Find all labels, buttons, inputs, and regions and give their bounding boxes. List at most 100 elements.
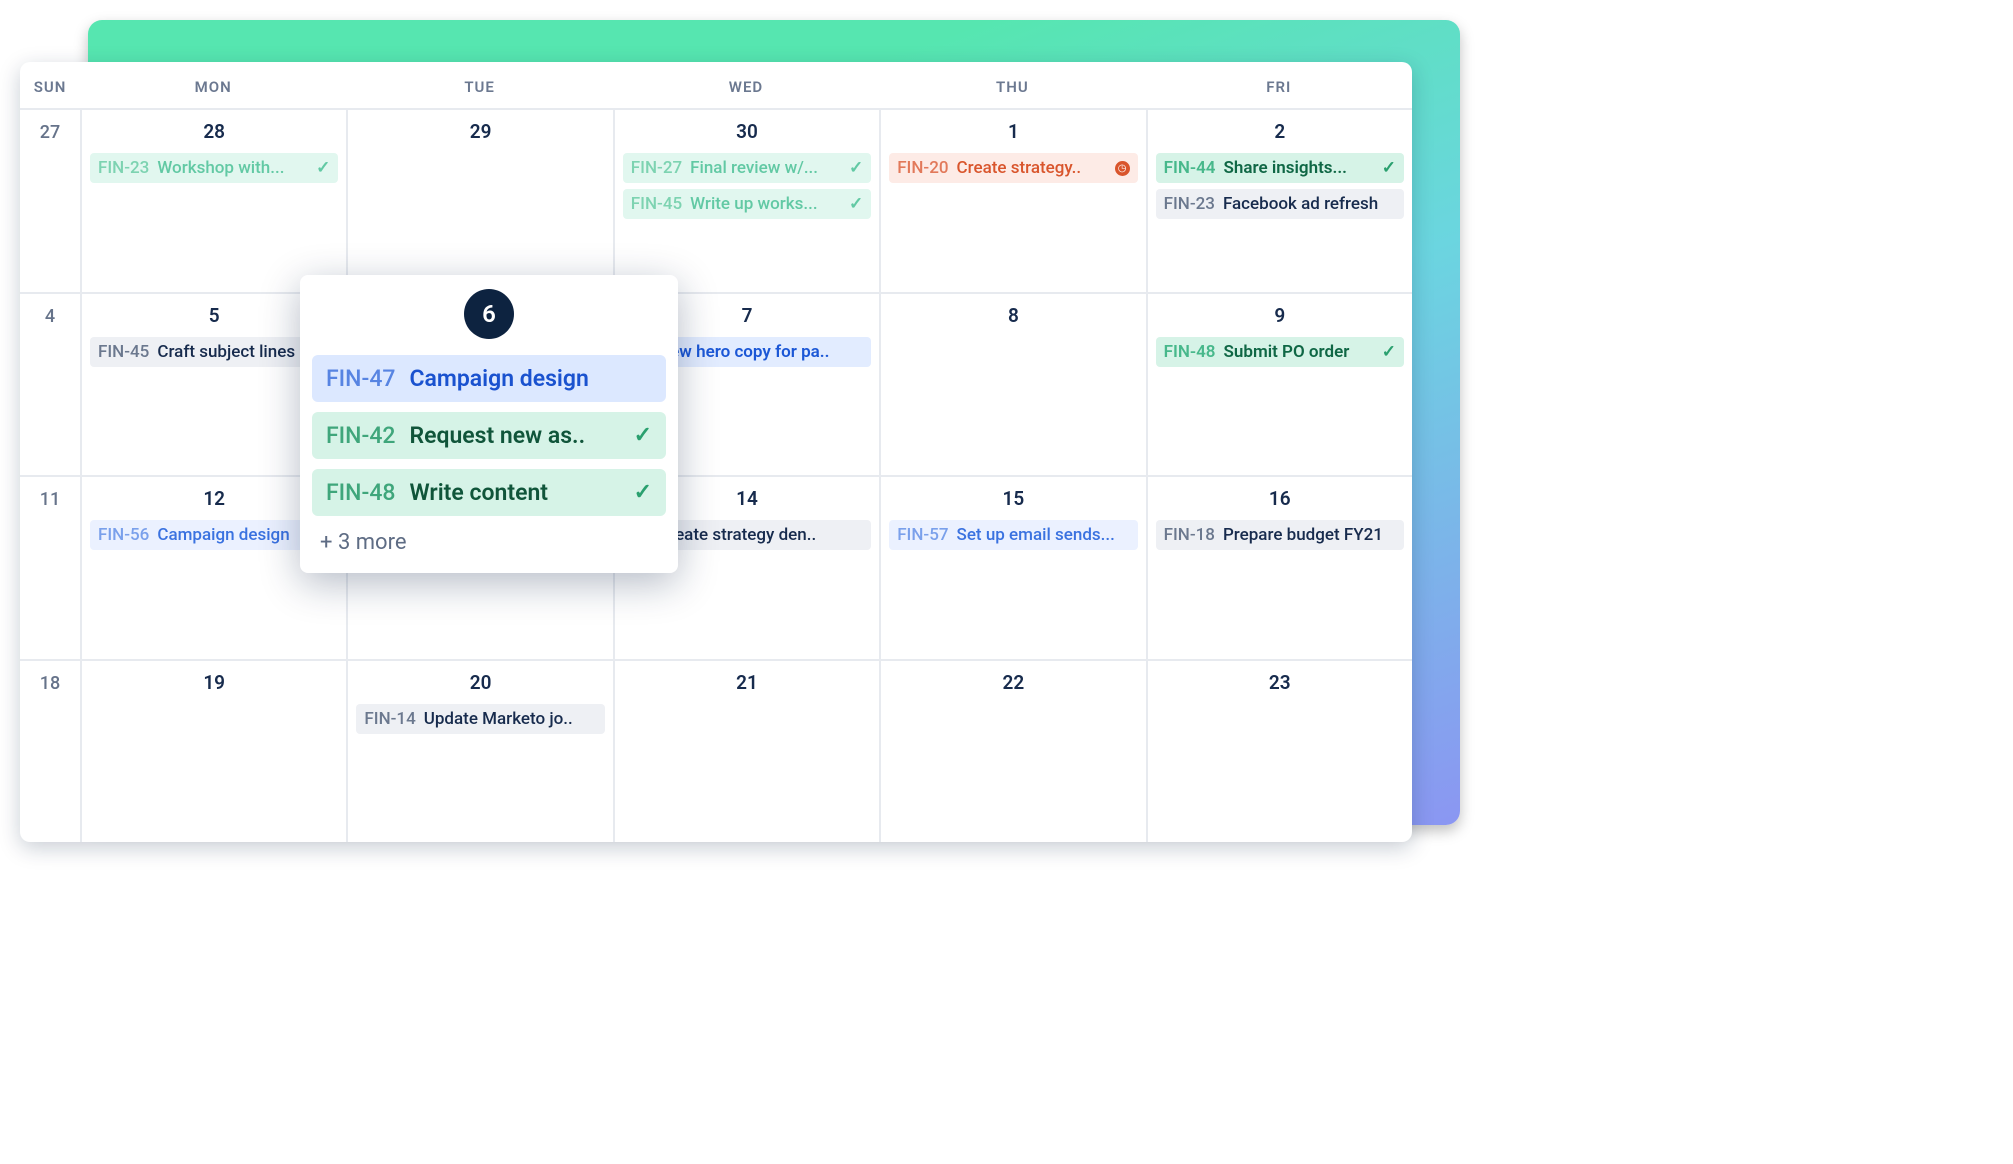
calendar-stage: SUNMONTUEWEDTHUFRI 2728FIN-23Workshop wi…: [20, 20, 1460, 850]
sunday-date: 18: [20, 661, 80, 843]
event-id: FIN-56: [98, 525, 149, 545]
event-title: Write up works...: [690, 194, 841, 214]
date-number: 29: [356, 120, 604, 143]
calendar-event[interactable]: FIN-57 Set up email sends...: [889, 520, 1137, 550]
check-icon: [849, 158, 863, 178]
popover-event[interactable]: FIN-48 Write content: [312, 469, 666, 516]
event-id: FIN-18: [1164, 525, 1215, 545]
date-number: 2: [1156, 120, 1404, 143]
day-cell[interactable]: 2 FIN-44 Share insights... FIN-23 Facebook a…: [1146, 110, 1412, 292]
day-cell[interactable]: 1 FIN-20 Create strategy..: [879, 110, 1145, 292]
weekday-header: SUN: [20, 62, 80, 108]
sunday-date: 27: [20, 110, 80, 292]
event-title: Submit PO order: [1224, 342, 1374, 362]
day-cell[interactable]: 30 FIN-27 Final review w/... FIN-45 Write up…: [613, 110, 879, 292]
event-title: Update Marketo jo..: [424, 709, 597, 729]
event-id: FIN-57: [897, 525, 948, 545]
event-title: Create strategy den..: [658, 525, 863, 545]
event-id: FIN-14: [364, 709, 415, 729]
event-id: FIN-48: [1164, 342, 1216, 362]
day-cell[interactable]: 21: [613, 661, 879, 843]
event-title: Facebook ad refresh: [1223, 194, 1396, 214]
event-title: Prepare budget FY21: [1223, 525, 1396, 545]
popover-event[interactable]: FIN-47 Campaign design: [312, 355, 666, 402]
calendar-event[interactable]: FIN-18 Prepare budget FY21: [1156, 520, 1404, 550]
date-number: 15: [889, 487, 1137, 510]
day-cell[interactable]: 15 FIN-57 Set up email sends...: [879, 477, 1145, 659]
day-cell[interactable]: 8: [879, 294, 1145, 476]
popover-event[interactable]: FIN-42 Request new as..: [312, 412, 666, 459]
day-cell[interactable]: 19: [80, 661, 346, 843]
date-number: 9: [1156, 304, 1404, 327]
calendar-card: SUNMONTUEWEDTHUFRI 2728FIN-23Workshop wi…: [20, 62, 1412, 842]
date-number: 30: [623, 120, 871, 143]
week-row: 18 19 20 FIN-14 Update Marketo jo.. 21 22 23: [20, 659, 1412, 843]
event-id: FIN-45: [98, 342, 149, 362]
popover-more-link[interactable]: + 3 more: [312, 526, 666, 555]
event-id: FIN-45: [631, 194, 682, 214]
event-title: Set up email sends...: [957, 525, 1130, 545]
day-cell[interactable]: 22: [879, 661, 1145, 843]
date-number: 28: [90, 120, 338, 143]
day-cell[interactable]: 20 FIN-14 Update Marketo jo..: [346, 661, 612, 843]
check-icon: [316, 158, 330, 178]
day-popover[interactable]: 6 FIN-47 Campaign design FIN-42 Request new…: [300, 275, 678, 573]
week-row: 27 28 FIN-23 Workshop with... 29 30 FIN-27 Fina…: [20, 108, 1412, 292]
calendar-event[interactable]: FIN-23 Facebook ad refresh: [1156, 189, 1404, 219]
event-title: New hero copy for pa..: [658, 342, 863, 362]
weekday-header-row: SUNMONTUEWEDTHUFRI: [20, 62, 1412, 108]
calendar-event[interactable]: FIN-27 Final review w/...: [623, 153, 871, 183]
popover-date-badge: 6: [464, 289, 514, 339]
date-number: 1: [889, 120, 1137, 143]
event-id: FIN-27: [631, 158, 682, 178]
event-id: FIN-44: [1164, 158, 1216, 178]
check-icon: [1382, 158, 1396, 178]
date-number: 19: [90, 671, 338, 694]
check-icon: [634, 480, 652, 505]
date-number: 16: [1156, 487, 1404, 510]
calendar-event[interactable]: FIN-14 Update Marketo jo..: [356, 704, 604, 734]
calendar-event[interactable]: FIN-23 Workshop with...: [90, 153, 338, 183]
check-icon: [1382, 342, 1396, 362]
event-id: FIN-23: [98, 158, 149, 178]
check-icon: [849, 194, 863, 214]
check-icon: [634, 423, 652, 448]
event-id: FIN-42: [326, 422, 395, 449]
event-title: Share insights...: [1224, 158, 1374, 178]
day-cell[interactable]: 29: [346, 110, 612, 292]
date-number: 20: [356, 671, 604, 694]
event-title: Final review w/...: [690, 158, 841, 178]
event-title: Create strategy..: [957, 158, 1107, 178]
sunday-date: 11: [20, 477, 80, 659]
day-cell[interactable]: 16 FIN-18 Prepare budget FY21: [1146, 477, 1412, 659]
week-row: 1112FIN-56Campaign design131414Create st…: [20, 475, 1412, 659]
calendar-event[interactable]: FIN-20 Create strategy..: [889, 153, 1137, 183]
week-row: 45FIN-45Craft subject lines6727New hero …: [20, 292, 1412, 476]
event-id: FIN-48: [326, 479, 395, 506]
date-number: 21: [623, 671, 871, 694]
day-cell[interactable]: 28 FIN-23 Workshop with...: [80, 110, 346, 292]
date-number: 8: [889, 304, 1137, 327]
calendar-event[interactable]: FIN-45 Write up works...: [623, 189, 871, 219]
calendar-weeks: 2728FIN-23Workshop with...2930FIN-27Fina…: [20, 108, 1412, 842]
weekday-header: FRI: [1146, 62, 1412, 108]
calendar-event[interactable]: FIN-44 Share insights...: [1156, 153, 1404, 183]
weekday-header: THU: [879, 62, 1145, 108]
weekday-header: TUE: [346, 62, 612, 108]
weekday-header: WED: [613, 62, 879, 108]
day-cell[interactable]: 23: [1146, 661, 1412, 843]
date-number: 22: [889, 671, 1137, 694]
event-title: Write content: [409, 479, 619, 506]
weekday-header: MON: [80, 62, 346, 108]
date-number: 23: [1156, 671, 1404, 694]
day-cell[interactable]: 9 FIN-48 Submit PO order: [1146, 294, 1412, 476]
event-id: FIN-23: [1164, 194, 1215, 214]
event-id: FIN-47: [326, 365, 395, 392]
event-title: Workshop with...: [157, 158, 308, 178]
event-title: Request new as..: [409, 422, 619, 449]
event-title: Campaign design: [409, 365, 652, 392]
sunday-date: 4: [20, 294, 80, 476]
event-id: FIN-20: [897, 158, 948, 178]
clock-icon: [1115, 161, 1130, 176]
calendar-event[interactable]: FIN-48 Submit PO order: [1156, 337, 1404, 367]
